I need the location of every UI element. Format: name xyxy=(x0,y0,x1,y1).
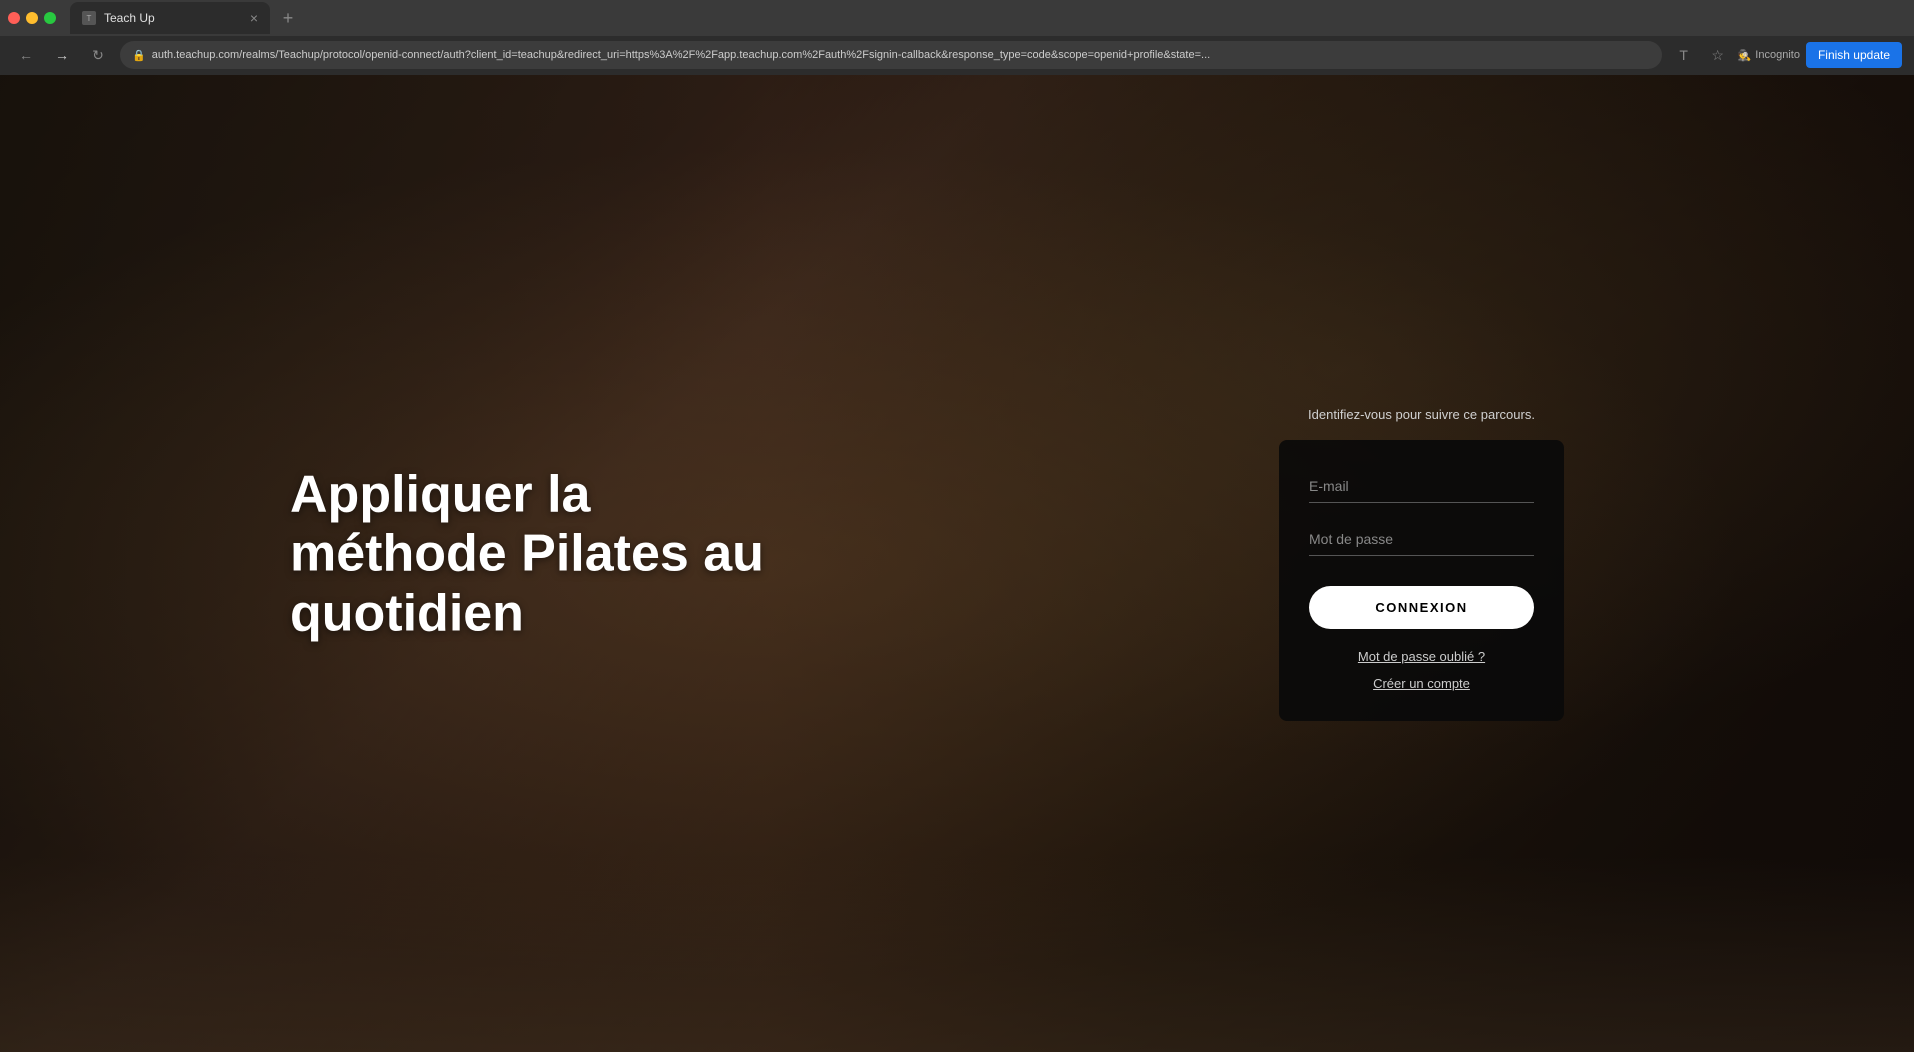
incognito-icon: 🕵 xyxy=(1738,49,1752,62)
active-tab[interactable]: T Teach Up × xyxy=(70,2,270,34)
forgot-password-link[interactable]: Mot de passe oublié ? xyxy=(1309,649,1534,664)
login-form: CONNEXION Mot de passe oublié ? Créer un… xyxy=(1279,440,1564,721)
tab-favicon: T xyxy=(82,11,96,25)
forward-button[interactable]: → xyxy=(48,41,76,69)
finish-update-button[interactable]: Finish update xyxy=(1806,42,1902,68)
traffic-lights xyxy=(8,12,56,24)
bookmark-icon[interactable]: ☆ xyxy=(1704,41,1732,69)
address-bar[interactable]: 🔒 auth.teachup.com/realms/Teachup/protoc… xyxy=(120,41,1662,69)
new-tab-button[interactable]: + xyxy=(274,4,302,32)
tagline-line1: Appliquer la méthode Pilates au xyxy=(290,465,764,583)
minimize-traffic-light[interactable] xyxy=(26,12,38,24)
back-button[interactable]: ← xyxy=(12,41,40,69)
page-content: Appliquer la méthode Pilates au quotidie… xyxy=(0,75,1914,1052)
reload-button[interactable]: ↻ xyxy=(84,41,112,69)
background-figure xyxy=(0,75,1914,1052)
address-text: auth.teachup.com/realms/Teachup/protocol… xyxy=(152,49,1650,61)
lock-icon: 🔒 xyxy=(132,49,146,62)
incognito-badge: 🕵 Incognito xyxy=(1738,49,1800,62)
email-field-wrapper xyxy=(1309,470,1534,503)
login-form-container: Identifiez-vous pour suivre ce parcours.… xyxy=(1279,407,1564,721)
tab-title: Teach Up xyxy=(104,11,155,25)
close-traffic-light[interactable] xyxy=(8,12,20,24)
login-subtitle: Identifiez-vous pour suivre ce parcours. xyxy=(1308,407,1535,422)
nav-bar: ← → ↻ 🔒 auth.teachup.com/realms/Teachup/… xyxy=(0,36,1914,74)
nav-actions: T ☆ 🕵 Incognito Finish update xyxy=(1670,41,1902,69)
create-account-link[interactable]: Créer un compte xyxy=(1309,676,1534,691)
tab-close-button[interactable]: × xyxy=(250,10,258,26)
translate-icon[interactable]: T xyxy=(1670,41,1698,69)
tagline-line2: quotidien xyxy=(290,584,524,642)
incognito-label: Incognito xyxy=(1755,49,1800,61)
email-input[interactable] xyxy=(1309,470,1534,503)
password-input[interactable] xyxy=(1309,523,1534,556)
browser-chrome: T Teach Up × + ← → ↻ 🔒 auth.teachup.com/… xyxy=(0,0,1914,75)
page-tagline: Appliquer la méthode Pilates au quotidie… xyxy=(290,465,810,644)
password-field-wrapper xyxy=(1309,523,1534,556)
tab-bar: T Teach Up × + xyxy=(0,0,1914,36)
maximize-traffic-light[interactable] xyxy=(44,12,56,24)
login-button[interactable]: CONNEXION xyxy=(1309,586,1534,629)
